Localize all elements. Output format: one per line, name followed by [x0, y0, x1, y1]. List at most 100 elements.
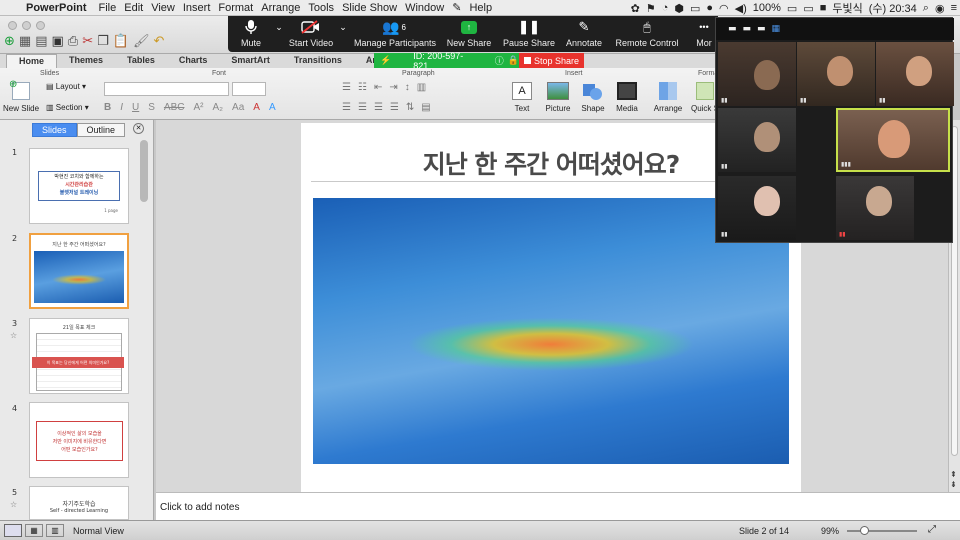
clock[interactable]: (수) 20:34	[866, 0, 920, 16]
bullets-icon[interactable]: ☰	[342, 82, 351, 93]
align-left-icon[interactable]: ☰	[342, 102, 351, 113]
picture-button[interactable]: Picture	[541, 82, 575, 113]
participant-video-4[interactable]: ▮▮	[718, 108, 796, 172]
font-name-select[interactable]	[104, 82, 229, 96]
battery-percent[interactable]: 100%	[750, 2, 784, 14]
new-share-button[interactable]: ↑ New Share	[444, 16, 494, 52]
layout-button[interactable]: ▤ Layout ▾	[46, 82, 86, 91]
slide-thumbnail-4[interactable]: 이상적인 삶의 모습을 저만 이미지에 비유한다면 어떤 모습인가요?	[29, 402, 129, 478]
shape-button[interactable]: Shape	[576, 82, 610, 113]
change-case-icon[interactable]: Aa	[232, 102, 244, 113]
battery-icon[interactable]: ▭	[784, 2, 800, 15]
section-button[interactable]: ▥ Section ▾	[46, 103, 89, 112]
tab-transitions[interactable]: Transitions	[282, 54, 354, 68]
speaker-view-icon[interactable]: ▬	[757, 24, 766, 34]
menu-app-name[interactable]: PowerPoint	[26, 2, 99, 14]
save-icon[interactable]: ▣	[52, 34, 64, 49]
align-center-icon[interactable]: ☰	[358, 102, 367, 113]
mute-button[interactable]: Mute	[230, 16, 272, 52]
text-direction-icon[interactable]: ⇅	[406, 102, 414, 113]
print-icon[interactable]: ⎙	[68, 34, 78, 49]
menu-edit[interactable]: Edit	[124, 2, 151, 14]
shadow-icon[interactable]: S	[148, 102, 155, 113]
zoom-slider-thumb[interactable]	[860, 526, 869, 535]
display-icon[interactable]: ▭	[687, 2, 703, 15]
italic-icon[interactable]: I	[120, 102, 123, 113]
decrease-indent-icon[interactable]: ⇤	[374, 82, 382, 93]
vertical-align-icon[interactable]: ▤	[421, 102, 430, 113]
menu-arrange[interactable]: Arrange	[261, 2, 308, 14]
numbering-icon[interactable]: ☷	[358, 82, 367, 93]
increase-indent-icon[interactable]: ⇥	[389, 82, 397, 93]
wifi-icon[interactable]: ◠	[716, 2, 732, 15]
window-close-button[interactable]	[8, 21, 17, 30]
highlight-icon[interactable]: A	[269, 102, 276, 113]
tab-smartart[interactable]: SmartArt	[219, 54, 282, 68]
menu-file[interactable]: File	[99, 2, 125, 14]
normal-view-icon[interactable]	[4, 524, 22, 537]
slide-thumbnail-1[interactable]: 박현진 코치와 함께하는 시간관리습관 불렛저널 트레이닝 1 page	[29, 148, 129, 224]
strikethrough-icon[interactable]: ABC	[164, 102, 185, 113]
menu-help[interactable]: Help	[469, 2, 500, 14]
next-slide-icon[interactable]: ⇟	[950, 480, 957, 489]
pause-share-button[interactable]: ❚❚ Pause Share	[502, 16, 556, 52]
participant-video-3[interactable]: ▮▮	[876, 42, 954, 106]
airplay-icon[interactable]: ▭	[800, 2, 816, 15]
notes-pane[interactable]: Click to add notes	[156, 492, 960, 520]
participant-video-1[interactable]: ▮▮	[718, 42, 796, 106]
video-options-chevron-icon[interactable]: ⌄	[336, 16, 350, 52]
arrange-button[interactable]: Arrange	[650, 82, 686, 113]
subscript-icon[interactable]: A₂	[212, 102, 223, 113]
menu-slide-show[interactable]: Slide Show	[342, 2, 405, 14]
tab-outline[interactable]: Outline	[76, 123, 126, 137]
columns-icon[interactable]: ▥	[417, 82, 426, 93]
annotate-button[interactable]: ✎ Annotate	[562, 16, 606, 52]
tab-slides[interactable]: Slides	[32, 123, 77, 137]
paste-icon[interactable]: 📋	[113, 34, 129, 49]
stop-share-button[interactable]: Stop Share	[519, 53, 584, 68]
status-icon-1[interactable]: ✿	[628, 2, 643, 15]
font-size-select[interactable]	[232, 82, 266, 96]
slide-thumbnail-2[interactable]: 지난 한 주간 어떠셨어요?	[29, 233, 129, 309]
slide-sorter-icon[interactable]: ▦	[25, 524, 43, 537]
status-icon-2[interactable]: ⚑	[643, 2, 659, 15]
undo-icon[interactable]: ↶	[153, 34, 164, 49]
menu-window[interactable]: Window	[405, 2, 452, 14]
superscript-icon[interactable]: A²	[193, 102, 203, 113]
menu-view[interactable]: View	[151, 2, 183, 14]
bold-icon[interactable]: B	[104, 102, 111, 113]
align-right-icon[interactable]: ☰	[374, 102, 383, 113]
line-spacing-icon[interactable]: ↕	[405, 82, 410, 93]
new-icon[interactable]: ⊕	[4, 34, 15, 49]
slide-thumbnail-5[interactable]: 자기주도학습 Self - directed Learning	[29, 486, 129, 520]
mute-options-chevron-icon[interactable]: ⌄	[272, 16, 286, 52]
zoom-percent[interactable]: 99%	[821, 526, 839, 536]
notification-center-icon[interactable]: ≡	[948, 2, 960, 14]
participant-video-5[interactable]: ▮▮	[718, 176, 796, 240]
font-color-icon[interactable]: A	[253, 102, 260, 113]
menu-format[interactable]: Format	[218, 2, 261, 14]
window-zoom-button[interactable]	[36, 21, 45, 30]
minimize-video-icon[interactable]: ▬	[728, 24, 737, 34]
new-slide-button[interactable]: ⊕ New Slide	[3, 79, 39, 113]
media-button[interactable]: Media	[610, 82, 644, 113]
tab-home[interactable]: Home	[6, 54, 58, 68]
start-video-button[interactable]: Start Video	[288, 16, 334, 52]
participant-video-6[interactable]: ▮▮	[836, 176, 914, 240]
reading-view-icon[interactable]: ▥	[46, 524, 64, 537]
close-pane-icon[interactable]: ✕	[133, 123, 144, 134]
notes-placeholder[interactable]: Click to add notes	[160, 502, 240, 513]
volume-icon[interactable]: ◀)	[732, 2, 750, 15]
tab-tables[interactable]: Tables	[115, 54, 167, 68]
gallery-view-icon[interactable]: ▦	[772, 24, 781, 34]
thumbnails-scrollbar[interactable]	[140, 140, 148, 202]
status-icon-3[interactable]: ◔	[659, 2, 672, 14]
format-painter-icon[interactable]: 🖌	[133, 34, 150, 49]
tab-charts[interactable]: Charts	[167, 54, 220, 68]
underline-icon[interactable]: U	[132, 102, 139, 113]
spotlight-icon[interactable]: ⌕	[920, 2, 932, 15]
hide-video-icon[interactable]: ▬	[743, 24, 752, 34]
siri-icon[interactable]: ◉	[932, 2, 948, 15]
window-minimize-button[interactable]	[22, 21, 31, 30]
text-button[interactable]: A Text	[505, 82, 539, 113]
